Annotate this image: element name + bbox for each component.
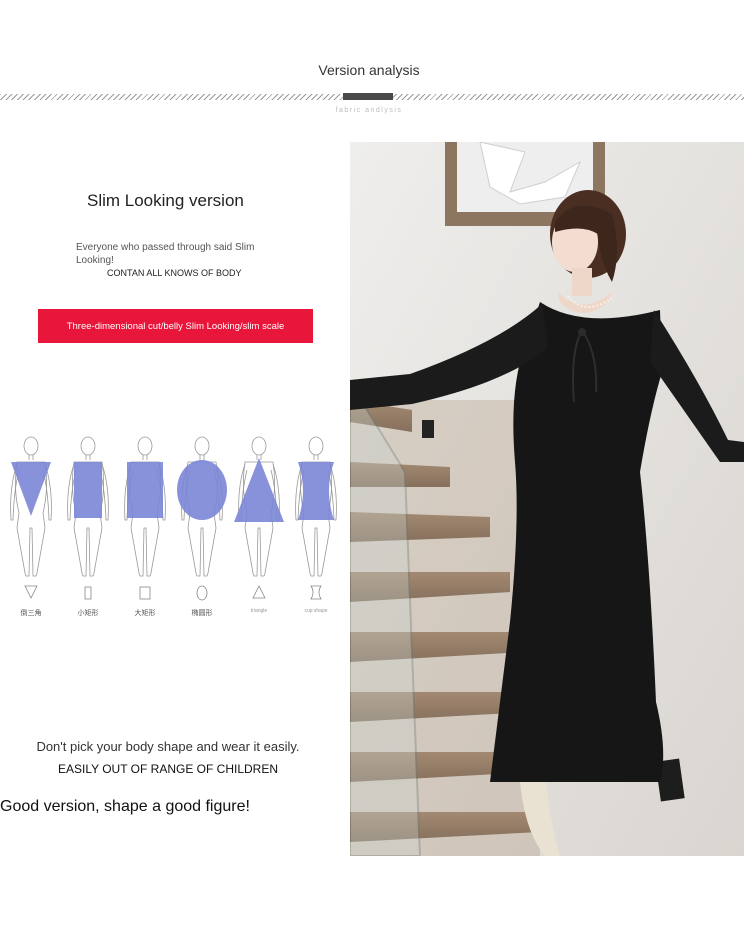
product-photo: [350, 142, 744, 856]
feature-banner: Three-dimensional cut/belly Slim Looking…: [38, 309, 313, 343]
body-shape-chart: 倒三角 小矩形 大矩形 椭圆形 triangle cup shape: [0, 428, 345, 628]
tagline-2: EASILY OUT OF RANGE OF CHILDREN: [57, 762, 279, 776]
figure-triangle: [234, 436, 284, 599]
description-line-1: Everyone who passed through said Slim Lo…: [76, 242, 255, 266]
tagline-3: Good version, shape a good figure!: [0, 798, 250, 815]
shape-label-2: 小矩形: [77, 610, 99, 617]
slim-heading: Slim Looking version: [87, 191, 244, 210]
description-line-2: CONTAN ALL KNOWS OF BODY: [107, 268, 242, 278]
section-title: Version analysis: [318, 62, 420, 78]
body-shape-illustration: [10, 436, 337, 601]
shape-label-3: 大矩形: [134, 610, 156, 617]
shape-label-5: triangle: [250, 608, 268, 614]
figure-ellipse: [177, 436, 227, 601]
shape-label-6: cup shape: [304, 608, 328, 614]
section-subtitle: fabric andlysis: [335, 107, 403, 114]
shape-label-1: 倒三角: [20, 610, 42, 617]
shape-label-4: 椭圆形: [191, 610, 213, 617]
figure-narrow-rectangle: [67, 436, 109, 600]
header-accent-bar: [343, 93, 393, 100]
figure-rectangle: [124, 436, 166, 600]
tagline-1: Don't pick your body shape and wear it e…: [36, 739, 300, 754]
figure-inverted-triangle: [10, 436, 52, 599]
figure-hourglass: [295, 436, 337, 600]
model-in-dress-image: [350, 142, 744, 856]
